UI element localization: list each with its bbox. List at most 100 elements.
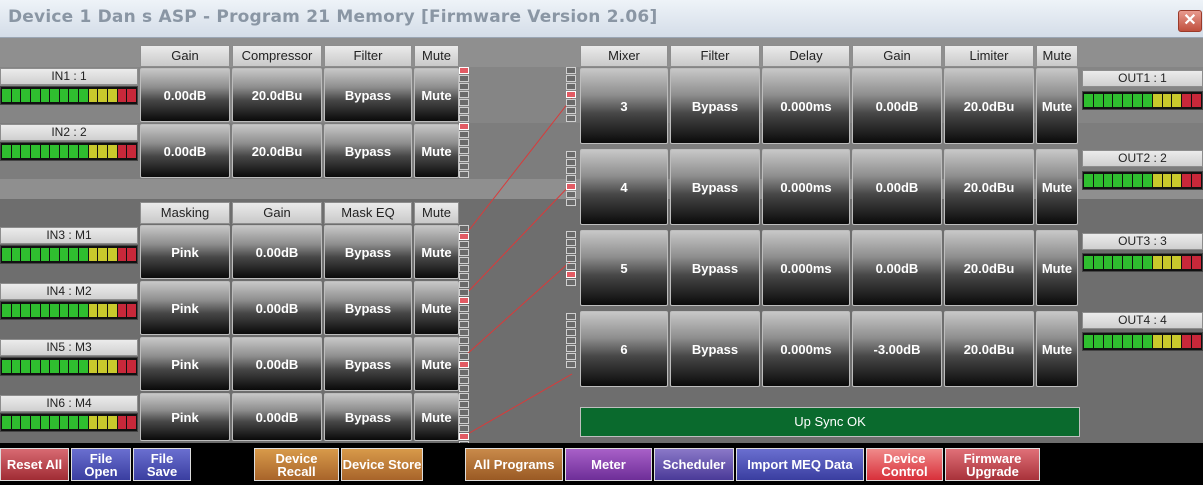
route-point[interactable] — [459, 83, 469, 90]
out4-limiter-button[interactable]: 20.0dBu — [944, 311, 1034, 387]
in3-masking-button[interactable]: Pink — [140, 225, 230, 279]
in1-filter-button[interactable]: Bypass — [324, 68, 412, 122]
route-point[interactable] — [459, 385, 469, 392]
in2-filter-button[interactable]: Bypass — [324, 124, 412, 178]
in2-gain-button[interactable]: 0.00dB — [140, 124, 230, 178]
route-point[interactable] — [566, 183, 576, 190]
route-point[interactable] — [459, 305, 469, 312]
in6-maskeq-button[interactable]: Bypass — [324, 393, 412, 441]
route-point[interactable] — [566, 83, 576, 90]
route-point[interactable] — [459, 377, 469, 384]
in5-mute-button[interactable]: Mute — [414, 337, 459, 391]
route-point[interactable] — [459, 273, 469, 280]
route-point[interactable] — [459, 233, 469, 240]
in4-route-points[interactable] — [459, 281, 469, 336]
route-point[interactable] — [566, 175, 576, 182]
out3-mute-button[interactable]: Mute — [1036, 230, 1078, 306]
route-point[interactable] — [566, 313, 576, 320]
import-meq-button[interactable]: Import MEQ Data — [736, 448, 864, 481]
out1-mute-button[interactable]: Mute — [1036, 68, 1078, 144]
out4-delay-button[interactable]: 0.000ms — [762, 311, 850, 387]
route-point[interactable] — [459, 289, 469, 296]
route-point[interactable] — [566, 67, 576, 74]
reset-all-button[interactable]: Reset All — [0, 448, 69, 481]
route-point[interactable] — [459, 393, 469, 400]
route-point[interactable] — [459, 409, 469, 416]
route-point[interactable] — [566, 239, 576, 246]
out3-limiter-button[interactable]: 20.0dBu — [944, 230, 1034, 306]
out4-filter-button[interactable]: Bypass — [670, 311, 760, 387]
route-point[interactable] — [459, 147, 469, 154]
out3-route-points[interactable] — [566, 231, 576, 286]
route-point[interactable] — [566, 329, 576, 336]
out4-mixer-button[interactable]: 6 — [580, 311, 668, 387]
in2-compressor-button[interactable]: 20.0dBu — [232, 124, 322, 178]
out3-gain-button[interactable]: 0.00dB — [852, 230, 942, 306]
file-open-button[interactable]: File Open — [71, 448, 131, 481]
route-point[interactable] — [566, 263, 576, 270]
in1-mute-button[interactable]: Mute — [414, 68, 459, 122]
in3-mute-button[interactable]: Mute — [414, 225, 459, 279]
all-programs-button[interactable]: All Programs — [465, 448, 563, 481]
in3-route-points[interactable] — [459, 225, 469, 280]
route-point[interactable] — [566, 199, 576, 206]
out1-route-points[interactable] — [566, 67, 576, 122]
in5-route-points[interactable] — [459, 337, 469, 392]
in4-gain-button[interactable]: 0.00dB — [232, 281, 322, 335]
out2-delay-button[interactable]: 0.000ms — [762, 149, 850, 225]
firmware-upgrade-button[interactable]: Firmware Upgrade — [945, 448, 1040, 481]
in2-mute-button[interactable]: Mute — [414, 124, 459, 178]
out3-mixer-button[interactable]: 5 — [580, 230, 668, 306]
out2-filter-button[interactable]: Bypass — [670, 149, 760, 225]
in4-masking-button[interactable]: Pink — [140, 281, 230, 335]
out2-mute-button[interactable]: Mute — [1036, 149, 1078, 225]
route-point[interactable] — [459, 417, 469, 424]
out1-mixer-button[interactable]: 3 — [580, 68, 668, 144]
route-point[interactable] — [566, 337, 576, 344]
in6-gain-button[interactable]: 0.00dB — [232, 393, 322, 441]
route-point[interactable] — [459, 321, 469, 328]
route-point[interactable] — [459, 361, 469, 368]
meter-button[interactable]: Meter — [565, 448, 652, 481]
out1-gain-button[interactable]: 0.00dB — [852, 68, 942, 144]
in1-compressor-button[interactable]: 20.0dBu — [232, 68, 322, 122]
route-point[interactable] — [459, 401, 469, 408]
in3-maskeq-button[interactable]: Bypass — [324, 225, 412, 279]
in4-mute-button[interactable]: Mute — [414, 281, 459, 335]
in6-route-points[interactable] — [459, 393, 469, 448]
in6-masking-button[interactable]: Pink — [140, 393, 230, 441]
out4-route-points[interactable] — [566, 313, 576, 368]
route-point[interactable] — [459, 99, 469, 106]
file-save-button[interactable]: File Save — [133, 448, 191, 481]
in5-masking-button[interactable]: Pink — [140, 337, 230, 391]
in3-gain-button[interactable]: 0.00dB — [232, 225, 322, 279]
route-point[interactable] — [459, 107, 469, 114]
route-point[interactable] — [459, 115, 469, 122]
route-point[interactable] — [459, 337, 469, 344]
route-point[interactable] — [459, 139, 469, 146]
in1-route-points[interactable] — [459, 67, 469, 122]
device-recall-button[interactable]: Device Recall — [254, 448, 339, 481]
route-point[interactable] — [566, 167, 576, 174]
route-point[interactable] — [459, 353, 469, 360]
out1-limiter-button[interactable]: 20.0dBu — [944, 68, 1034, 144]
route-point[interactable] — [459, 241, 469, 248]
device-control-button[interactable]: Device Control — [866, 448, 943, 481]
route-point[interactable] — [566, 231, 576, 238]
out3-delay-button[interactable]: 0.000ms — [762, 230, 850, 306]
route-point[interactable] — [459, 257, 469, 264]
route-point[interactable] — [566, 271, 576, 278]
route-point[interactable] — [566, 345, 576, 352]
out4-gain-button[interactable]: -3.00dB — [852, 311, 942, 387]
in1-gain-button[interactable]: 0.00dB — [140, 68, 230, 122]
in4-maskeq-button[interactable]: Bypass — [324, 281, 412, 335]
route-point[interactable] — [459, 75, 469, 82]
route-point[interactable] — [459, 281, 469, 288]
route-point[interactable] — [459, 155, 469, 162]
route-point[interactable] — [459, 123, 469, 130]
route-point[interactable] — [566, 91, 576, 98]
route-point[interactable] — [566, 247, 576, 254]
route-point[interactable] — [459, 345, 469, 352]
route-point[interactable] — [459, 163, 469, 170]
close-button[interactable]: ✕ — [1178, 10, 1202, 32]
